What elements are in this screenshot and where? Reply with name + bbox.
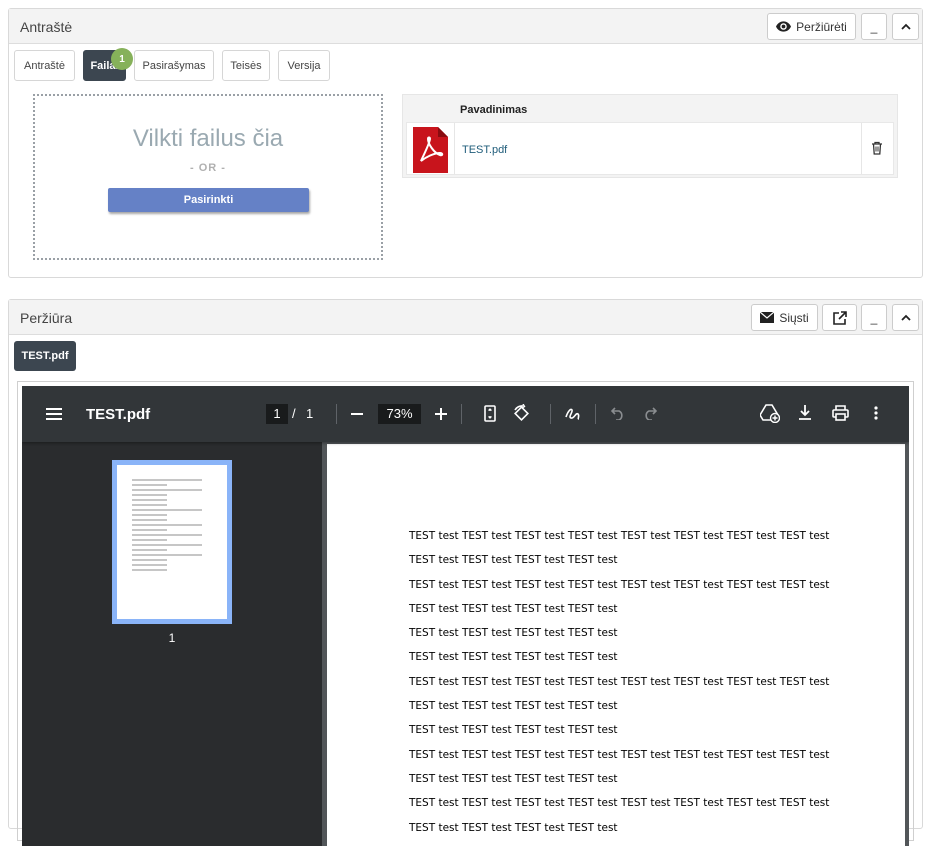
send-button-label: Siųsti <box>779 310 809 325</box>
file-name-link[interactable]: TEST.pdf <box>462 144 507 156</box>
fit-page-icon[interactable] <box>484 405 496 422</box>
preview-panel: Peržiūra Siųsti _ TEST.pdf TEST.pdf 1 / … <box>8 299 923 846</box>
minimize-label: _ <box>870 19 878 34</box>
chevron-up-icon <box>900 314 911 321</box>
pdf-text-line: TEST test TEST test TEST test TEST test … <box>409 530 830 542</box>
tab-label: Antraštė <box>24 59 65 72</box>
minimize-button[interactable]: _ <box>861 304 887 331</box>
print-icon[interactable] <box>832 405 849 421</box>
tab-label: Teisės <box>230 59 262 72</box>
pdf-text-line: TEST test TEST test TEST test TEST test <box>409 724 618 737</box>
pdf-text-line: TEST test TEST test TEST test TEST test <box>409 772 618 785</box>
eye-icon <box>776 21 792 32</box>
page-thumbnail[interactable] <box>112 460 232 624</box>
zoom-in-icon[interactable] <box>435 408 447 420</box>
chevron-up-icon <box>900 23 911 30</box>
rotate-icon[interactable] <box>512 404 531 423</box>
pdf-text-line: TEST test TEST test TEST test TEST test … <box>409 675 830 688</box>
choose-files-button[interactable]: Pasirinkti <box>108 188 309 212</box>
page-separator: / <box>292 406 296 421</box>
panel-header: Peržiūra Siųsti _ <box>9 300 922 335</box>
trash-icon[interactable] <box>871 141 883 155</box>
redo-icon <box>645 407 657 420</box>
pdf-page: TEST test TEST test TEST test TEST test … <box>327 444 905 846</box>
collapse-button[interactable] <box>892 13 919 40</box>
pdf-file-icon <box>413 127 448 173</box>
tab-versija[interactable]: Versija <box>278 50 330 81</box>
external-link-icon <box>832 310 847 325</box>
dropzone-or-text: - OR - <box>190 162 226 174</box>
pdf-text-line: TEST test TEST test TEST test TEST test … <box>409 748 830 761</box>
tab-pasirasymas[interactable]: Pasirašymas <box>134 50 214 81</box>
pdf-text-line: TEST test TEST test TEST test TEST test <box>409 700 618 713</box>
pdf-text-line: TEST test TEST test TEST test TEST test <box>409 554 618 567</box>
pdf-text-line: TEST test TEST test TEST test TEST test … <box>409 578 830 591</box>
panel-title: Antraštė <box>20 19 73 35</box>
page-number-input[interactable]: 1 <box>266 404 288 424</box>
minimize-button[interactable]: _ <box>861 13 887 40</box>
dropzone-title: Vilkti failus čia <box>132 125 284 152</box>
total-pages: 1 <box>306 406 314 421</box>
tab-label: Pasirašymas <box>142 59 206 72</box>
pdf-text-line: TEST test TEST test TEST test TEST test … <box>409 797 830 810</box>
files-count-badge: 1 <box>111 48 133 70</box>
file-dropzone[interactable]: Vilkti failus čia - OR - Pasirinkti <box>33 94 383 260</box>
zoom-level-input[interactable]: 73% <box>378 404 421 424</box>
menu-icon[interactable] <box>46 408 62 420</box>
tab-antraste[interactable]: Antraštė <box>14 50 75 81</box>
pdf-viewer: TEST.pdf 1 / 1 73% 1 TEST test TEST test… <box>22 386 909 846</box>
pdf-text-line: TEST test TEST test TEST test TEST test <box>409 821 618 834</box>
pdf-file-title: TEST.pdf <box>86 406 151 423</box>
more-options-icon[interactable] <box>874 406 878 420</box>
panel-title: Peržiūra <box>20 310 73 326</box>
zoom-out-icon[interactable] <box>351 413 363 415</box>
pdf-page-area: TEST test TEST test TEST test TEST test … <box>322 442 909 846</box>
preview-button[interactable]: Peržiūrėti <box>767 13 856 40</box>
panel-header: Antraštė Peržiūrėti _ <box>9 9 922 44</box>
tab-label: Versija <box>287 59 321 72</box>
table-row: TEST.pdf <box>406 122 894 175</box>
thumbnail-sidebar: 1 <box>22 442 322 846</box>
header-panel: Antraštė Peržiūrėti _ Antraštė Failai 1 … <box>8 8 923 278</box>
draw-icon[interactable] <box>564 405 581 422</box>
pdf-text-line: TEST test TEST test TEST test TEST test <box>409 602 618 615</box>
files-table: Pavadinimas TEST.pdf <box>402 94 898 178</box>
document-tab[interactable]: TEST.pdf <box>14 341 76 371</box>
preview-button-label: Peržiūrėti <box>796 19 847 34</box>
thumbnail-text-lines <box>132 479 202 574</box>
download-icon[interactable] <box>798 405 812 420</box>
pdf-page-content: TEST test TEST test TEST test TEST test … <box>409 530 829 846</box>
thumbnail-page-number: 1 <box>168 631 176 645</box>
drive-add-icon[interactable] <box>760 404 780 423</box>
pdf-text-line: TEST test TEST test TEST test TEST test <box>409 651 618 664</box>
open-external-button[interactable] <box>822 304 857 331</box>
undo-icon <box>611 407 623 420</box>
pdf-viewer-frame: TEST.pdf 1 / 1 73% 1 TEST test TEST test… <box>17 381 914 846</box>
tab-teises[interactable]: Teisės <box>222 50 270 81</box>
collapse-button[interactable] <box>892 304 919 331</box>
envelope-icon <box>760 312 775 323</box>
minimize-label: _ <box>870 310 878 325</box>
pdf-toolbar: TEST.pdf 1 / 1 73% <box>22 386 909 442</box>
files-table-header: Pavadinimas <box>460 104 528 116</box>
send-button[interactable]: Siųsti <box>751 304 818 331</box>
pdf-text-line: TEST test TEST test TEST test TEST test <box>409 627 618 640</box>
